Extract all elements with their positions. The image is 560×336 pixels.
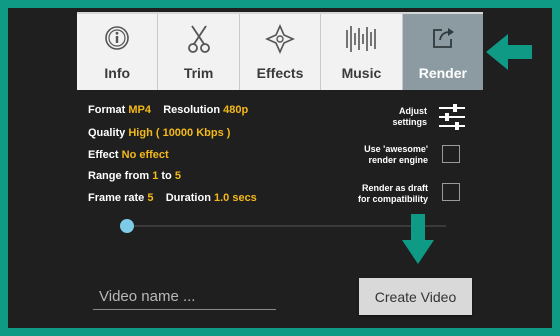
render-draft-label: Render as draft for compatibility: [358, 183, 428, 205]
tab-music-label: Music: [341, 65, 382, 81]
quality-value: High ( 10000 Kbps ): [128, 127, 231, 139]
tab-info-label: Info: [104, 65, 131, 81]
render-draft-line1: Render as draft: [361, 183, 428, 193]
tab-info[interactable]: Info: [77, 14, 159, 90]
tab-effects[interactable]: Effects: [240, 14, 322, 90]
video-name-input[interactable]: [93, 284, 276, 310]
range-label: Range from: [88, 170, 150, 182]
info-icon: [103, 24, 131, 52]
render-draft-checkbox[interactable]: [442, 183, 460, 201]
tab-render-label: Render: [418, 65, 467, 81]
framerate-duration-row: Frame rate 5 Duration 1.0 secs: [88, 192, 257, 204]
framerate-value: 5: [147, 192, 154, 204]
awesome-engine-checkbox[interactable]: [442, 145, 460, 163]
resolution-value: 480p: [223, 104, 249, 116]
tab-effects-label: Effects: [256, 65, 304, 81]
range-to-label: to: [161, 170, 172, 182]
effect-label: Effect: [88, 149, 119, 161]
tab-bar: Info Trim Effects Music Render: [77, 12, 484, 90]
create-video-button[interactable]: Create Video: [359, 278, 472, 315]
adjust-settings-line1: Adjust: [399, 106, 427, 116]
range-to-value: 5: [174, 170, 181, 182]
format-resolution-row: Format MP4 Resolution 480p: [88, 104, 248, 116]
awesome-engine-label: Use 'awesome' render engine: [364, 144, 428, 166]
pointer-arrow-down-icon: [402, 214, 434, 264]
export-icon: [429, 24, 457, 52]
adjust-settings-line2: settings: [392, 117, 427, 127]
tab-trim-label: Trim: [183, 65, 214, 81]
framerate-label: Frame rate: [88, 192, 145, 204]
slider-track[interactable]: [126, 225, 446, 227]
scissors-icon: [185, 24, 213, 54]
awesome-engine-line1: Use 'awesome': [364, 144, 428, 154]
tab-trim[interactable]: Trim: [158, 14, 240, 90]
duration-value: 1.0 secs: [213, 192, 257, 204]
pointer-arrow-left-icon: [486, 34, 532, 70]
quality-label: Quality: [88, 127, 126, 139]
quality-row: Quality High ( 10000 Kbps ): [88, 127, 230, 139]
render-draft-line2: for compatibility: [357, 194, 428, 204]
range-from-value: 1: [152, 170, 159, 182]
awesome-engine-line2: render engine: [368, 155, 428, 165]
duration-label: Duration: [165, 192, 211, 204]
effect-row: Effect No effect: [88, 149, 169, 161]
resolution-label: Resolution: [163, 104, 221, 116]
music-waveform-icon: [344, 24, 378, 54]
effect-value: No effect: [121, 149, 169, 161]
tab-render[interactable]: Render: [402, 14, 484, 90]
effects-icon: [265, 24, 295, 54]
tab-music[interactable]: Music: [321, 14, 403, 90]
adjust-settings-sliders-icon[interactable]: [437, 104, 467, 130]
format-label: Format: [88, 104, 126, 116]
format-value: MP4: [128, 104, 151, 116]
range-row: Range from 1 to 5: [88, 170, 181, 182]
slider-thumb[interactable]: [120, 219, 134, 233]
adjust-settings-label: Adjust settings: [392, 106, 427, 128]
